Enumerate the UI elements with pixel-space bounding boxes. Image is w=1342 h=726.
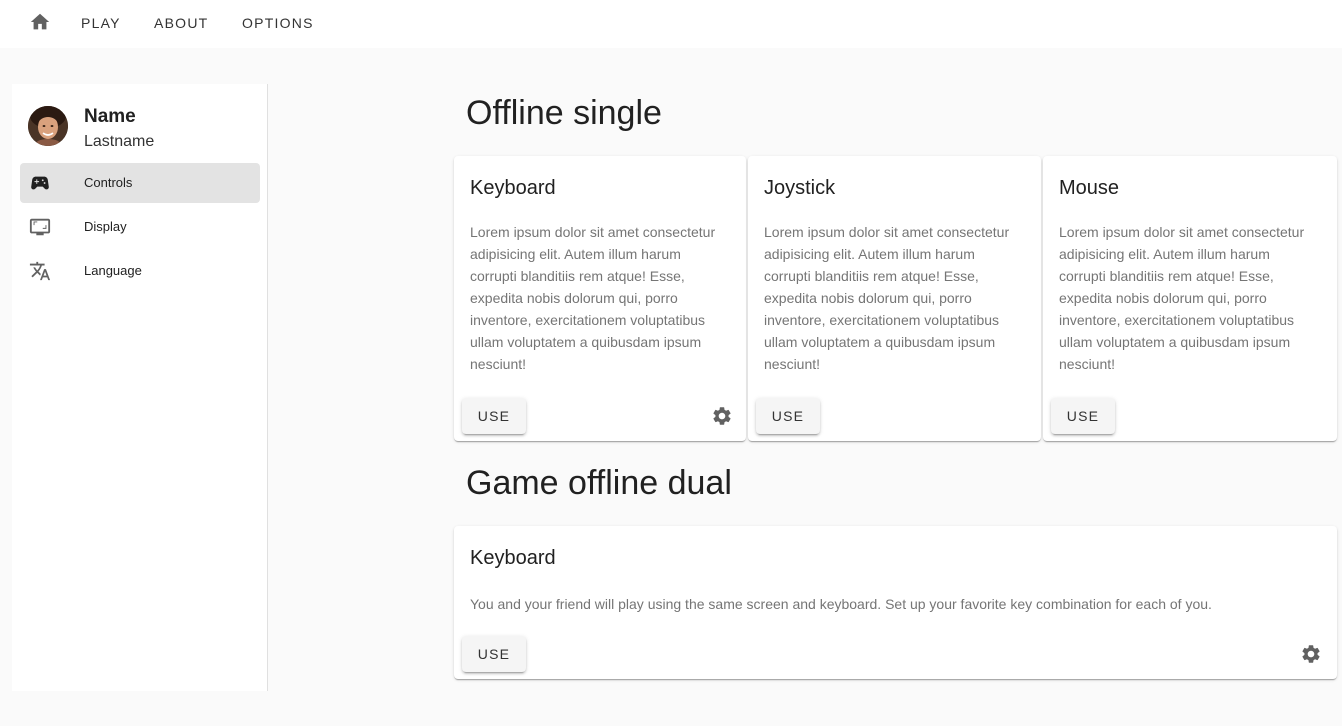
sidebar-item-language[interactable]: Language (20, 251, 260, 291)
settings-gear-icon[interactable] (1299, 642, 1323, 666)
translate-icon (28, 259, 52, 283)
nav-about-link[interactable]: ABOUT (154, 15, 208, 31)
settings-gear-icon[interactable] (710, 404, 734, 428)
sidebar: Name Lastname Controls Display Language (12, 84, 268, 691)
card-title: Mouse (1059, 177, 1120, 199)
card-title: Keyboard (470, 547, 556, 569)
card-description: You and your friend will play using the … (470, 596, 1212, 612)
use-button[interactable]: USE (1051, 398, 1115, 434)
sidebar-item-label: Display (84, 219, 127, 234)
use-button[interactable]: USE (756, 398, 820, 434)
section-title-dual: Game offline dual (466, 464, 732, 502)
card-keyboard-dual: Keyboard You and your friend will play u… (454, 526, 1337, 679)
sidebar-item-display[interactable]: Display (20, 207, 260, 247)
top-app-bar: PLAY ABOUT OPTIONS (0, 0, 1342, 48)
sidebar-item-label: Controls (84, 175, 133, 190)
sidebar-item-label: Language (84, 263, 142, 278)
monitor-icon (28, 215, 52, 239)
sidebar-item-controls[interactable]: Controls (20, 163, 260, 203)
home-icon (29, 11, 51, 38)
card-joystick-single: Joystick Lorem ipsum dolor sit amet cons… (748, 156, 1041, 441)
use-button[interactable]: USE (462, 398, 526, 434)
card-description: Lorem ipsum dolor sit amet consectetur a… (764, 224, 1010, 372)
avatar[interactable] (28, 106, 68, 146)
card-title: Keyboard (470, 177, 556, 199)
section-title-single: Offline single (466, 94, 662, 132)
use-button[interactable]: USE (462, 636, 526, 672)
card-title: Joystick (764, 177, 836, 199)
user-lastname: Lastname (84, 133, 155, 150)
user-name: Name (84, 106, 136, 127)
nav-options-link[interactable]: OPTIONS (242, 15, 314, 31)
home-button[interactable] (28, 12, 52, 36)
card-mouse-single: Mouse Lorem ipsum dolor sit amet consect… (1043, 156, 1337, 441)
card-keyboard-single: Keyboard Lorem ipsum dolor sit amet cons… (454, 156, 746, 441)
card-description: Lorem ipsum dolor sit amet consectetur a… (470, 224, 716, 372)
gamepad-icon (28, 171, 52, 195)
card-description: Lorem ipsum dolor sit amet consectetur a… (1059, 224, 1305, 372)
nav-play-link[interactable]: PLAY (81, 15, 121, 31)
